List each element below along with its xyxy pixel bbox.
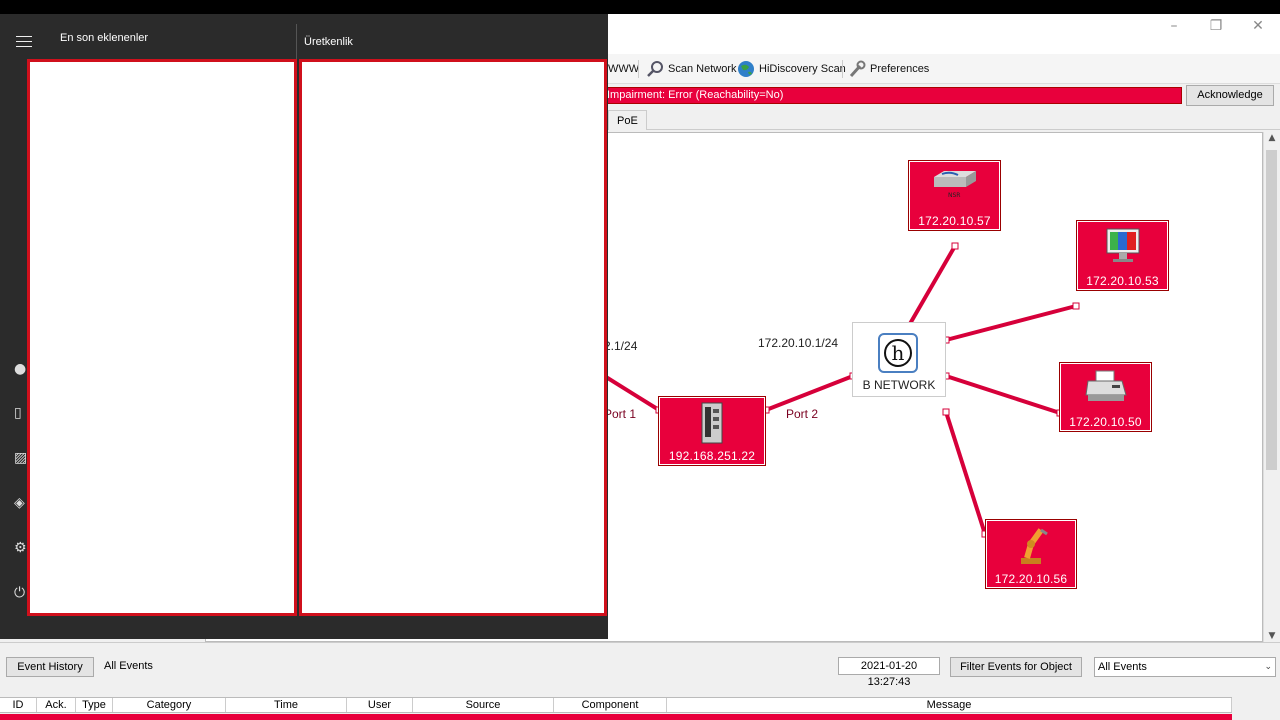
alarm-message: Impairment: Error (Reachability=No) [604, 87, 1182, 104]
scan-network-button[interactable]: Scan Network [646, 60, 736, 78]
recent-apps-panel[interactable] [27, 59, 297, 616]
preferences-button[interactable]: Preferences [848, 60, 929, 78]
close-icon[interactable]: ✕ [1238, 16, 1278, 36]
table-row[interactable] [0, 714, 1232, 720]
canvas-vertical-scrollbar[interactable]: ▲ ▼ [1263, 132, 1279, 642]
www-button[interactable]: WWW [608, 60, 639, 78]
hidiscovery-button[interactable]: HiDiscovery Scan [737, 60, 846, 78]
column-header[interactable]: ID [0, 698, 37, 712]
subnet-label: 172.20.10.1/24 [758, 336, 839, 350]
event-panel: Event History All Events 2021-01-20 13:2… [0, 642, 1280, 720]
switch-icon: NSR [933, 171, 976, 199]
device-ip: 192.168.251.22 [668, 449, 756, 463]
industrial-switch-icon [701, 402, 723, 444]
device-ip: 172.20.10.57 [918, 214, 991, 228]
link-node-56 [944, 411, 987, 535]
www-label: WWW [608, 63, 640, 75]
scan-network-label: Scan Network [668, 63, 737, 75]
hirschmann-logo-icon: h [878, 333, 918, 373]
link-node-50 [945, 374, 1061, 415]
event-table-header: ID Ack. Type Category Time User Source C… [0, 697, 1232, 713]
column-header[interactable]: Ack. [37, 698, 76, 712]
start-menu: ● ▯ ▨ ◈ ⚙ ⏻ En son eklenenler Üretkenlik [0, 14, 608, 639]
all-events-label: All Events [104, 660, 153, 672]
acknowledge-button[interactable]: Acknowledge [1186, 85, 1274, 106]
link-port1 [604, 375, 661, 412]
column-header[interactable]: Time [226, 698, 347, 712]
link-port2 [765, 374, 854, 412]
device-node-switch[interactable]: NSR 172.20.10.57 [908, 160, 1001, 231]
device-node-monitor[interactable]: 172.20.10.53 [1076, 220, 1169, 291]
scroll-down-icon[interactable]: ▼ [1264, 631, 1280, 641]
scroll-up-icon[interactable]: ▲ [1264, 133, 1280, 143]
minimize-icon[interactable]: – [1154, 16, 1194, 36]
network-hub-node[interactable]: h B NETWORK [852, 322, 946, 397]
port1-label: Port 1 [604, 407, 637, 421]
scroll-thumb[interactable] [1266, 150, 1277, 470]
column-header[interactable]: User [347, 698, 413, 712]
monitor-icon [1106, 228, 1139, 262]
tab-poe[interactable]: PoE [608, 110, 647, 130]
svg-text:NSR: NSR [948, 192, 960, 199]
productivity-tiles-panel[interactable] [299, 59, 607, 616]
port2-label: Port 2 [786, 407, 819, 421]
device-ip: 172.20.10.56 [994, 572, 1068, 586]
recent-heading: En son eklenenler [60, 32, 149, 44]
wrench-icon [849, 60, 866, 78]
toolbar-separator [842, 60, 843, 78]
hub-label: B NETWORK [862, 378, 936, 392]
globe-icon [738, 61, 754, 77]
device-node-industrial-switch[interactable]: 192.168.251.22 [658, 396, 766, 466]
left-subnet-label: 2.1/24 [604, 339, 638, 353]
screen-top-strip [0, 0, 1280, 14]
event-filter-select[interactable]: All Events ⌄ [1094, 657, 1276, 677]
column-header[interactable]: Source [413, 698, 554, 712]
preferences-label: Preferences [870, 63, 930, 75]
productivity-heading: Üretkenlik [304, 36, 353, 48]
printer-icon [1084, 370, 1127, 401]
robot-arm-icon [1021, 528, 1048, 564]
event-history-button[interactable]: Event History [6, 657, 94, 677]
column-header[interactable]: Type [76, 698, 113, 712]
column-header[interactable]: Component [554, 698, 667, 712]
toolbar-separator [638, 60, 639, 78]
device-ip: 172.20.10.50 [1069, 415, 1142, 429]
column-header[interactable]: Message [667, 698, 1232, 712]
magnifier-icon [647, 61, 663, 77]
hidiscovery-label: HiDiscovery Scan [759, 63, 846, 75]
hamburger-menu-icon[interactable] [16, 36, 32, 48]
restore-icon[interactable]: ❐ [1196, 16, 1236, 36]
chevron-down-icon: ⌄ [1264, 662, 1272, 672]
device-node-printer[interactable]: 172.20.10.50 [1059, 362, 1152, 432]
event-timestamp: 2021-01-20 13:27:43 [838, 657, 940, 688]
link-node-53 [945, 304, 1077, 342]
device-node-robot[interactable]: 172.20.10.56 [985, 519, 1077, 589]
filter-events-button[interactable]: Filter Events for Object [950, 657, 1082, 677]
column-header[interactable]: Category [113, 698, 226, 712]
device-ip: 172.20.10.53 [1086, 274, 1159, 288]
event-filter-value: All Events [1098, 661, 1147, 673]
